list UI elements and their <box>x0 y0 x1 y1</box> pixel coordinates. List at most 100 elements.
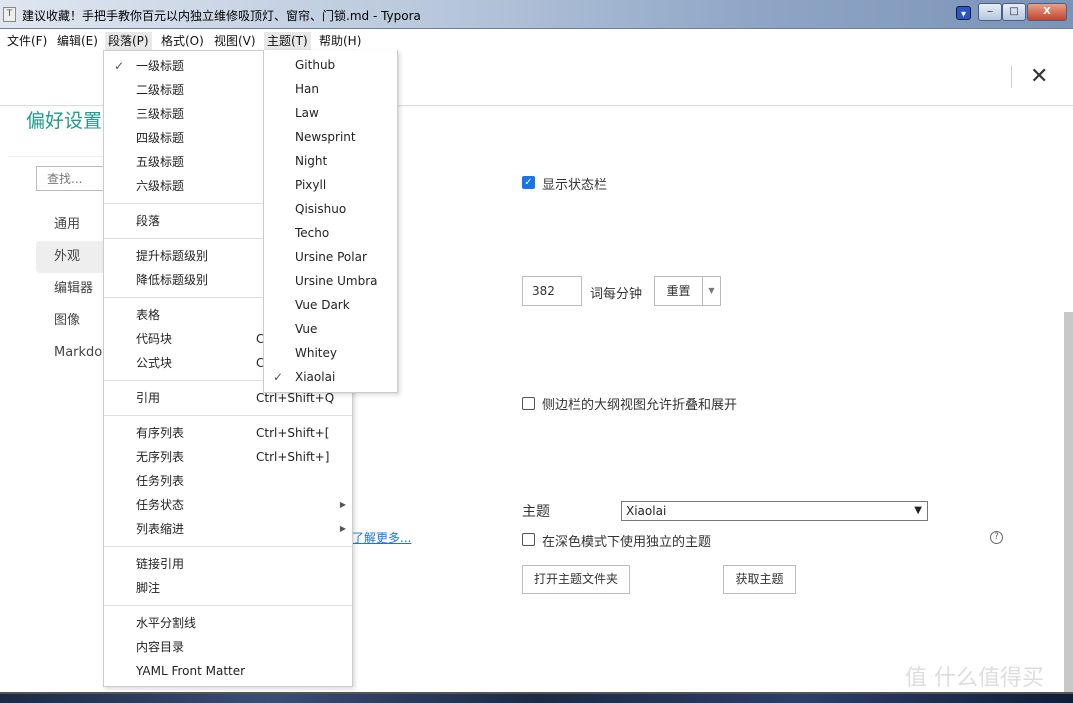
menu-item[interactable]: 列表缩进 ▶ <box>104 517 352 541</box>
menu-separator <box>104 415 352 416</box>
menu-item-label: 无序列表 <box>136 450 185 464</box>
menu-item-label: 一级标题 <box>136 59 185 73</box>
close-preferences-button[interactable]: ✕ <box>1030 64 1048 89</box>
checkmark-icon: ✓ <box>114 59 125 73</box>
menu-file[interactable]: 文件(F) <box>4 32 50 50</box>
chevron-down-icon: ▼ <box>914 505 922 516</box>
menu-item[interactable]: Vue <box>264 317 397 341</box>
menu-item-label: 表格 <box>136 308 161 322</box>
menu-item[interactable]: 水平分割线 <box>104 611 352 635</box>
menu-item-label: 引用 <box>136 391 161 405</box>
submenu-arrow-icon: ▶ <box>339 524 346 533</box>
menu-item[interactable]: Newsprint <box>264 125 397 149</box>
theme-select-value: Xiaolai <box>626 504 667 518</box>
menu-item[interactable]: 有序列表 Ctrl+Shift+[ <box>104 421 352 445</box>
menu-separator <box>104 605 352 606</box>
menu-item-label: Github <box>295 58 336 72</box>
taskbar <box>0 694 1073 703</box>
menu-item-label: Vue Dark <box>295 298 350 312</box>
menu-item-label: Han <box>295 82 319 96</box>
theme-select[interactable]: Xiaolai ▼ <box>621 501 928 521</box>
menu-item[interactable]: Github <box>264 53 397 77</box>
menu-item-label: 任务列表 <box>136 474 185 488</box>
menu-item[interactable]: Han <box>264 77 397 101</box>
menu-edit[interactable]: 编辑(E) <box>54 32 101 50</box>
dark-theme-label: 在深色模式下使用独立的主题 <box>542 535 712 550</box>
menu-item[interactable]: Qisishuo <box>264 197 397 221</box>
menu-item-label: Pixyll <box>295 178 327 192</box>
menu-item-label: 二级标题 <box>136 83 185 97</box>
menu-item[interactable]: Vue Dark <box>264 293 397 317</box>
sidebar-item-editor[interactable]: 编辑器 <box>36 273 106 305</box>
menu-item-label: 六级标题 <box>136 179 185 193</box>
menu-item-label: 提升标题级别 <box>136 249 209 263</box>
menu-item[interactable]: Pixyll <box>264 173 397 197</box>
menu-item[interactable]: 链接引用 <box>104 552 352 576</box>
divider <box>8 156 108 157</box>
outline-collapse-checkbox[interactable] <box>522 397 535 410</box>
menu-item-label: 脚注 <box>136 581 161 595</box>
menu-item[interactable]: Law <box>264 101 397 125</box>
sidebar-item-image[interactable]: 图像 <box>36 305 106 337</box>
sidebar-item-appearance[interactable]: 外观 <box>36 241 106 273</box>
sidebar-item-markdown[interactable]: Markdown <box>36 337 106 369</box>
get-themes-button[interactable]: 获取主题 <box>723 565 796 594</box>
outline-collapse-label: 侧边栏的大纲视图允许折叠和展开 <box>542 398 738 413</box>
menu-item-label: 四级标题 <box>136 131 185 145</box>
menu-item[interactable]: 内容目录 <box>104 635 352 659</box>
menu-item[interactable]: 无序列表 Ctrl+Shift+] <box>104 445 352 469</box>
menu-item-label: Techo <box>295 226 330 240</box>
menu-item-label: 公式块 <box>136 356 173 370</box>
page-title: 偏好设置 <box>26 110 103 132</box>
menu-item[interactable]: YAML Front Matter <box>104 659 352 683</box>
sidebar-item-general[interactable]: 通用 <box>36 209 106 241</box>
menu-item-label: Law <box>295 106 319 120</box>
scrollbar[interactable] <box>1064 312 1073 692</box>
menu-item-label: Ursine Umbra <box>295 274 378 288</box>
menu-item[interactable]: 任务列表 <box>104 469 352 493</box>
menu-item[interactable]: Ursine Umbra <box>264 269 397 293</box>
menu-item[interactable]: Ursine Polar <box>264 245 397 269</box>
menu-item-label: 列表缩进 <box>136 522 185 536</box>
menu-help[interactable]: 帮助(H) <box>316 32 364 50</box>
menu-item[interactable]: Techo <box>264 221 397 245</box>
menu-item[interactable]: Night <box>264 149 397 173</box>
dark-theme-checkbox[interactable] <box>522 533 535 546</box>
typora-app-icon: T <box>3 7 16 22</box>
words-per-minute-label: 词每分钟 <box>590 287 643 302</box>
menu-item[interactable]: ✓ Xiaolai <box>264 365 397 389</box>
words-per-minute-input[interactable]: 382 <box>522 276 582 306</box>
menu-item-label: Qisishuo <box>295 202 347 216</box>
checkmark-icon: ✓ <box>273 370 284 384</box>
reset-dropdown-icon[interactable]: ▼ <box>702 276 721 306</box>
menu-item[interactable]: 任务状态 ▶ <box>104 493 352 517</box>
menu-themes[interactable]: 主题(T) <box>264 32 311 50</box>
open-theme-folder-button[interactable]: 打开主题文件夹 <box>522 565 630 594</box>
menu-item-label: Xiaolai <box>295 370 336 384</box>
menu-item-shortcut: Ctrl+Shift+] <box>256 450 330 464</box>
menu-item[interactable]: 脚注 <box>104 576 352 600</box>
maximize-button[interactable]: □ <box>1002 3 1026 21</box>
status-bar-checkbox[interactable]: ✓ <box>522 176 535 189</box>
help-icon[interactable]: ? <box>990 531 1003 544</box>
menu-item-label: Newsprint <box>295 130 356 144</box>
menu-item-shortcut: Ctrl+Shift+[ <box>256 426 330 440</box>
menu-view[interactable]: 视图(V) <box>211 32 259 50</box>
menu-item-label: 内容目录 <box>136 640 185 654</box>
close-window-button[interactable]: X <box>1027 3 1067 21</box>
menu-paragraph[interactable]: 段落(P) <box>105 32 152 50</box>
menu-item-label: 链接引用 <box>136 557 185 571</box>
theme-label: 主题 <box>522 504 550 520</box>
learn-more-link[interactable]: 了解更多... <box>352 529 411 546</box>
menu-item[interactable]: Whitey <box>264 341 397 365</box>
menu-item-label: YAML Front Matter <box>136 664 246 678</box>
menu-format[interactable]: 格式(O) <box>158 32 207 50</box>
dropdown-icon[interactable]: ▾ <box>956 6 971 20</box>
divider <box>1011 66 1012 88</box>
minimize-button[interactable]: ‒ <box>978 3 1002 21</box>
menu-item-label: 降低标题级别 <box>136 273 209 287</box>
menu-item-label: Vue <box>295 322 318 336</box>
menu-item-label: 水平分割线 <box>136 616 197 630</box>
menu-item-label: 有序列表 <box>136 426 185 440</box>
reset-button[interactable]: 重置 <box>654 276 703 306</box>
